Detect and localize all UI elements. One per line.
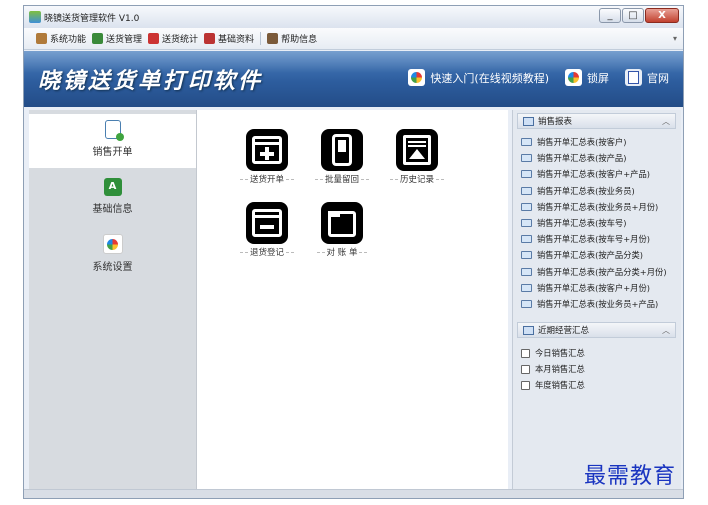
book-icon <box>521 364 530 374</box>
delivery-icon <box>92 33 104 44</box>
summary-link[interactable]: 本月销售汇总 <box>521 361 585 377</box>
book-icon <box>521 380 530 390</box>
nav-system-settings[interactable]: 系统设置 <box>29 228 196 282</box>
system-icon <box>36 33 47 44</box>
quick-start-link[interactable]: 快速入门(在线视频教程) <box>408 69 549 86</box>
tile-history[interactable]: 历史记录 <box>385 129 449 185</box>
statement-folder-icon <box>321 202 363 244</box>
watermark-logo: 最需教育 <box>584 464 677 489</box>
lock-screen-link[interactable]: 锁屏 <box>565 69 609 86</box>
website-icon <box>625 69 642 86</box>
batch-return-icon <box>321 129 363 171</box>
recent-summary-header[interactable]: 近期经营汇总 ︿ <box>517 322 676 338</box>
add-order-icon <box>246 129 288 171</box>
return-register-icon <box>246 202 288 244</box>
report-link[interactable]: 销售开单汇总表(按产品分类) <box>521 247 667 263</box>
report-icon <box>521 235 532 244</box>
report-icon <box>521 299 532 308</box>
report-link[interactable]: 销售开单汇总表(按客户+产品) <box>521 166 667 182</box>
report-icon <box>521 202 532 211</box>
sales-reports-header[interactable]: 销售报表 ︿ <box>517 113 676 129</box>
status-bar <box>24 489 683 498</box>
nav-sales-order[interactable]: 销售开单 <box>29 114 196 168</box>
banner-title: 晓镜送货单打印软件 <box>38 68 264 94</box>
report-link[interactable]: 销售开单汇总表(按业务员) <box>521 183 667 199</box>
report-icon <box>523 116 534 126</box>
menu-system-functions[interactable]: 系统功能 <box>36 32 86 45</box>
tile-delivery-order[interactable]: 送货开单 <box>235 129 299 185</box>
report-link[interactable]: 销售开单汇总表(按客户+月份) <box>521 280 667 296</box>
title-bar[interactable]: 晓镜送货管理软件 V1.0 _ □ X <box>24 6 683 29</box>
nav-basic-info[interactable]: A 基础信息 <box>29 172 196 226</box>
maximize-button[interactable]: □ <box>622 8 644 23</box>
collapse-icon[interactable]: ︿ <box>662 325 670 336</box>
report-link[interactable]: 销售开单汇总表(按车号) <box>521 215 667 231</box>
summary-link[interactable]: 今日销售汇总 <box>521 345 585 361</box>
color-swirl-icon <box>408 69 426 86</box>
sales-reports-list: 销售开单汇总表(按客户) 销售开单汇总表(按产品) 销售开单汇总表(按客户+产品… <box>521 134 667 312</box>
tile-return-register[interactable]: 退货登记 <box>235 202 299 258</box>
minimize-button[interactable]: _ <box>599 8 621 23</box>
report-icon <box>521 138 532 147</box>
report-icon <box>521 251 532 260</box>
menu-help[interactable]: 帮助信息 <box>267 32 317 45</box>
window-title: 晓镜送货管理软件 V1.0 <box>44 14 140 24</box>
new-document-icon <box>104 120 124 141</box>
report-icon <box>521 170 532 179</box>
stats-icon <box>148 33 160 44</box>
lock-screen-icon <box>565 69 582 86</box>
menu-delivery-management[interactable]: 送货管理 <box>92 32 142 45</box>
menu-toolbar: 系统功能 送货管理 送货统计 基础资料 帮助信息 ▾ <box>24 28 683 50</box>
report-icon <box>521 267 532 276</box>
summary-link[interactable]: 年度销售汇总 <box>521 377 585 393</box>
report-icon <box>521 154 532 163</box>
main-window: 晓镜送货管理软件 V1.0 _ □ X 系统功能 送货管理 送货统计 基础资料 … <box>23 5 684 499</box>
report-link[interactable]: 销售开单汇总表(按车号+月份) <box>521 231 667 247</box>
function-grid: 送货开单 批量留回 历史记录 退货登记 对 账 单 <box>197 110 508 492</box>
website-link[interactable]: 官网 <box>625 69 669 86</box>
report-link[interactable]: 销售开单汇总表(按业务员+月份) <box>521 199 667 215</box>
tools-icon <box>204 33 216 44</box>
collapse-icon[interactable]: ︿ <box>662 116 670 127</box>
menu-basic-data[interactable]: 基础资料 <box>204 32 254 45</box>
report-icon <box>523 325 534 335</box>
reports-panel: 销售报表 ︿ 销售开单汇总表(按客户) 销售开单汇总表(按产品) 销售开单汇总表… <box>512 110 681 492</box>
basic-info-icon: A <box>103 178 122 196</box>
chevron-down-icon[interactable]: ▾ <box>673 34 677 43</box>
color-swirl-icon <box>102 234 123 254</box>
tile-statement[interactable]: 对 账 单 <box>310 202 374 258</box>
report-link[interactable]: 销售开单汇总表(按产品分类+月份) <box>521 264 667 280</box>
history-icon <box>396 129 438 171</box>
book-icon <box>521 348 530 358</box>
report-link[interactable]: 销售开单汇总表(按客户) <box>521 134 667 150</box>
left-navigation: 销售开单 A 基础信息 系统设置 <box>29 110 197 492</box>
tile-batch-return[interactable]: 批量留回 <box>310 129 374 185</box>
report-link[interactable]: 销售开单汇总表(按产品) <box>521 150 667 166</box>
report-icon <box>521 283 532 292</box>
report-link[interactable]: 销售开单汇总表(按业务员+产品) <box>521 296 667 312</box>
close-button[interactable]: X <box>645 8 679 23</box>
header-banner: 晓镜送货单打印软件 快速入门(在线视频教程) 锁屏 官网 <box>24 51 683 107</box>
help-icon <box>267 33 279 44</box>
recent-summary-list: 今日销售汇总 本月销售汇总 年度销售汇总 <box>521 345 585 394</box>
report-icon <box>521 186 532 195</box>
menu-delivery-stats[interactable]: 送货统计 <box>148 32 198 45</box>
app-icon <box>29 11 41 23</box>
toolbar-divider <box>260 32 262 45</box>
report-icon <box>521 219 532 228</box>
